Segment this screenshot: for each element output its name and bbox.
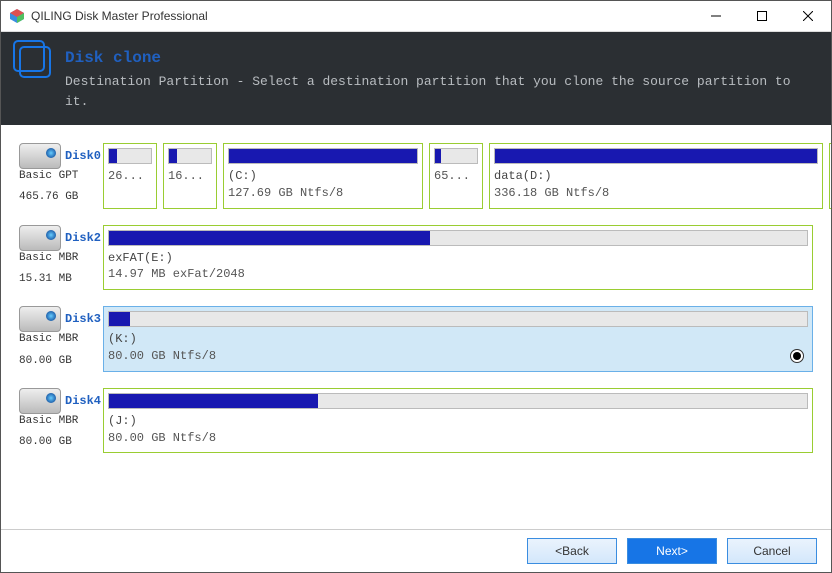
disk-type: Basic GPT — [19, 169, 103, 184]
usage-bar-fill — [495, 149, 817, 163]
disk-name: Disk4 — [65, 394, 103, 408]
minimize-button[interactable] — [693, 1, 739, 31]
usage-bar — [108, 311, 808, 327]
disk-type: Basic MBR — [19, 251, 103, 266]
partition-detail: 26... — [108, 168, 152, 185]
disk-list: Disk0 Basic GPT 465.76 GB 26... 16... (C:)127… — [1, 125, 831, 529]
usage-bar-fill — [109, 231, 430, 245]
usage-bar-fill — [435, 149, 441, 163]
usage-bar-fill — [109, 312, 130, 326]
disk-name: Disk3 — [65, 312, 103, 326]
header-text: Disk clone Destination Partition - Selec… — [65, 46, 813, 111]
disk-icon — [19, 306, 61, 332]
usage-bar — [108, 230, 808, 246]
partition-label: (C:) — [228, 168, 418, 185]
partition-detail: 127.69 GB Ntfs/8 — [228, 185, 418, 202]
partition[interactable]: (K:)80.00 GB Ntfs/8 — [103, 306, 813, 372]
usage-bar — [168, 148, 212, 164]
partition[interactable]: 65... — [429, 143, 483, 209]
disk-row: Disk2Basic MBR15.31 MBexFAT(E:)14.97 MB … — [19, 225, 813, 291]
usage-bar — [108, 393, 808, 409]
partition[interactable]: (C:)127.69 GB Ntfs/8 — [223, 143, 423, 209]
partition[interactable]: (J:)80.00 GB Ntfs/8 — [103, 388, 813, 454]
disk-icon — [19, 388, 61, 414]
usage-bar-fill — [109, 149, 117, 163]
page-subtitle: Destination Partition - Select a destina… — [65, 72, 813, 111]
maximize-button[interactable] — [739, 1, 785, 31]
cancel-button[interactable]: Cancel — [727, 538, 817, 564]
disk-size: 465.76 GB — [19, 190, 103, 205]
clone-icon — [19, 46, 51, 78]
usage-bar-fill — [169, 149, 177, 163]
footer: <Back Next> Cancel — [1, 529, 831, 572]
partition-detail: 80.00 GB Ntfs/8 — [108, 348, 808, 365]
partition-strip: 26...16...(C:)127.69 GB Ntfs/865...data(… — [103, 143, 813, 209]
partition-detail: 336.18 GB Ntfs/8 — [494, 185, 818, 202]
disk-icon — [19, 143, 61, 169]
page-header: Disk clone Destination Partition - Selec… — [1, 32, 831, 125]
usage-bar — [494, 148, 818, 164]
disk-name: Disk2 — [65, 231, 103, 245]
usage-bar — [228, 148, 418, 164]
partition-detail: 80.00 GB Ntfs/8 — [108, 430, 808, 447]
window-controls — [693, 1, 831, 31]
usage-bar-fill — [229, 149, 417, 163]
disk-size: 15.31 MB — [19, 272, 103, 287]
partition-detail: 16... — [168, 168, 212, 185]
app-icon — [9, 8, 25, 24]
partition[interactable]: data(D:)336.18 GB Ntfs/8 — [489, 143, 823, 209]
partition-strip: (K:)80.00 GB Ntfs/8 — [103, 306, 813, 372]
close-button[interactable] — [785, 1, 831, 31]
disk-info: Disk4 Basic MBR 80.00 GB — [19, 388, 103, 454]
partition-label: data(D:) — [494, 168, 818, 185]
app-title: QILING Disk Master Professional — [31, 9, 693, 23]
usage-bar — [108, 148, 152, 164]
disk-type: Basic MBR — [19, 414, 103, 429]
partition-label: exFAT(E:) — [108, 250, 808, 267]
partition-detail: 14.97 MB exFat/2048 — [108, 266, 808, 283]
selected-radio-icon — [790, 349, 804, 363]
partition[interactable]: exFAT(E:)14.97 MB exFat/2048 — [103, 225, 813, 291]
disk-row: Disk0 Basic GPT 465.76 GB 26... 16... (C:)127… — [19, 143, 813, 209]
disk-size: 80.00 GB — [19, 435, 103, 450]
partition-label: (J:) — [108, 413, 808, 430]
disk-name: Disk0 — [65, 149, 103, 163]
partition-label: (K:) — [108, 331, 808, 348]
next-button[interactable]: Next> — [627, 538, 717, 564]
disk-type: Basic MBR — [19, 332, 103, 347]
back-button[interactable]: <Back — [527, 538, 617, 564]
disk-size: 80.00 GB — [19, 354, 103, 369]
partition[interactable]: 16... — [163, 143, 217, 209]
disk-info: Disk0 Basic GPT 465.76 GB — [19, 143, 103, 209]
usage-bar — [434, 148, 478, 164]
partition[interactable]: 26... — [103, 143, 157, 209]
app-window: QILING Disk Master Professional Disk clo… — [0, 0, 832, 573]
page-title: Disk clone — [65, 46, 813, 70]
partition-strip: (J:)80.00 GB Ntfs/8 — [103, 388, 813, 454]
disk-row: Disk3Basic MBR80.00 GB(K:)80.00 GB Ntfs/… — [19, 306, 813, 372]
titlebar: QILING Disk Master Professional — [1, 1, 831, 32]
disk-row: Disk4Basic MBR80.00 GB(J:)80.00 GB Ntfs/… — [19, 388, 813, 454]
partition[interactable]: 99... — [829, 143, 831, 209]
disk-info: Disk3 Basic MBR 80.00 GB — [19, 306, 103, 372]
partition-strip: exFAT(E:)14.97 MB exFat/2048 — [103, 225, 813, 291]
usage-bar-fill — [109, 394, 318, 408]
disk-icon — [19, 225, 61, 251]
partition-detail: 65... — [434, 168, 478, 185]
disk-info: Disk2 Basic MBR 15.31 MB — [19, 225, 103, 291]
